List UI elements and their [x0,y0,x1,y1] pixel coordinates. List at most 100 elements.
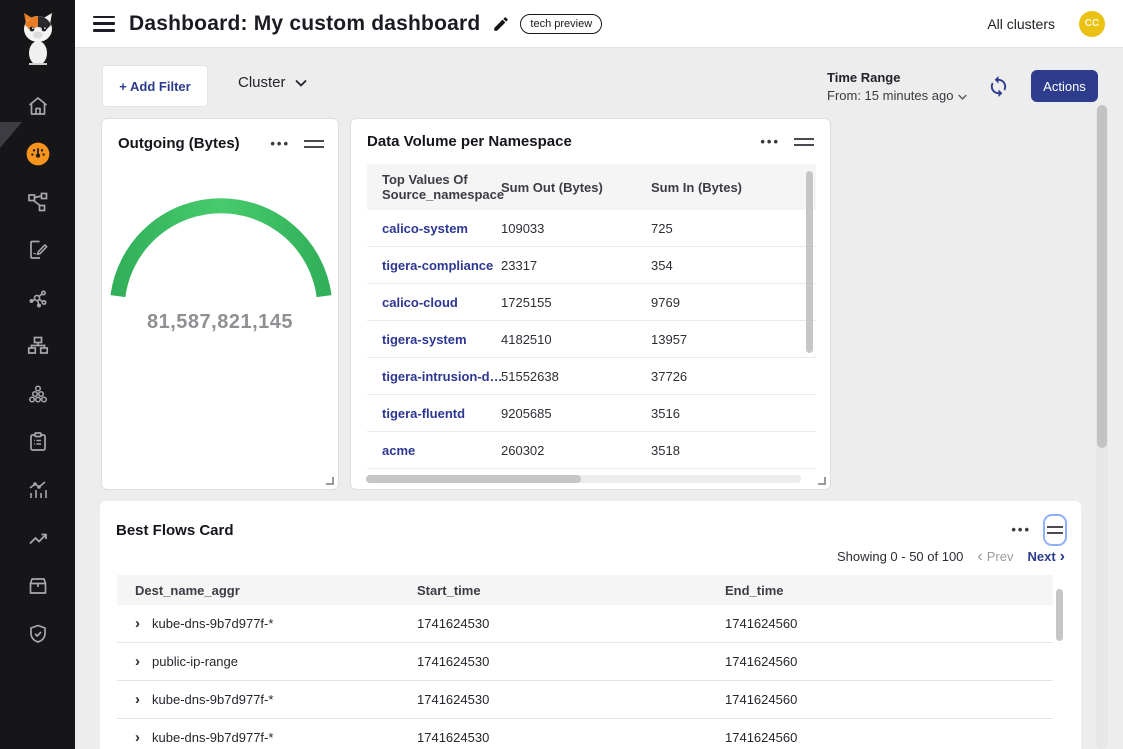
dest-name-cell: › public-ip-range [117,654,417,669]
trending-up-icon [26,526,50,555]
sum-in-value: 37726 [651,369,801,384]
gauge-value: 81,587,821,145 [102,311,338,334]
card-drag-handle-focused[interactable] [1043,514,1067,546]
start-time-value: 1741624530 [417,654,725,669]
sum-in-value: 13957 [651,332,801,347]
sidebar-items [0,84,75,660]
actions-button[interactable]: Actions [1031,70,1098,102]
page-scrollbar[interactable] [1097,105,1107,448]
time-range-selector[interactable]: From: 15 minutes ago [827,88,967,103]
cluster-filter-label: Cluster [238,74,286,91]
sidebar-item-image-assurance[interactable] [0,372,75,420]
showing-count: Showing 0 - 50 of 100 [837,549,963,564]
column-header: Start_time [417,583,725,598]
table-header-row: Top Values Of Source_namespace Sum Out (… [367,164,816,210]
molecule-icon [26,286,50,315]
card-drag-handle-icon[interactable] [304,140,324,148]
document-edit-icon [26,238,50,267]
sitemap-icon [26,334,50,363]
cluster-filter-dropdown[interactable]: Cluster [238,74,307,91]
dest-name-cell: › kube-dns-9b7d977f-* [117,692,417,707]
sum-out-value: 4182510 [501,332,651,347]
hamburger-menu-icon[interactable] [93,16,115,32]
table-row: acme2603023518 [367,432,816,469]
expand-row-chevron-icon[interactable]: › [135,657,140,667]
namespace-link[interactable]: calico-system [367,221,501,236]
sidebar-item-trends[interactable] [0,516,75,564]
data-volume-table: Top Values Of Source_namespace Sum Out (… [367,164,816,483]
sidebar-item-networking[interactable] [0,324,75,372]
namespace-link[interactable]: tigera-system [367,332,501,347]
next-page-button[interactable]: Next › [1027,549,1065,564]
table-row: ›kube-dns-9b7d977f-*17416245301741624560 [117,719,1053,749]
time-range-value: From: 15 minutes ago [827,88,953,103]
namespace-link[interactable]: tigera-intrusion-d… [367,369,501,384]
card-title: Data Volume per Namespace [367,133,572,150]
card-resize-handle[interactable] [326,477,334,485]
all-clusters-selector[interactable]: All clusters [987,16,1055,32]
table-vertical-scrollbar[interactable] [806,171,813,353]
column-header: Top Values Of Source_namespace [367,172,501,202]
expand-row-chevron-icon[interactable]: › [135,619,140,629]
namespace-link[interactable]: acme [367,443,501,458]
data-volume-card: Data Volume per Namespace ••• Top Values… [350,118,831,490]
sidebar-item-security[interactable] [0,612,75,660]
start-time-value: 1741624530 [417,692,725,707]
best-flows-card: Best Flows Card ••• Showing 0 - 50 of 10… [100,501,1081,749]
table-horizontal-scrollbar[interactable] [366,475,581,483]
sum-out-value: 9205685 [501,406,651,421]
sidebar-item-threat-feeds[interactable] [0,276,75,324]
namespace-link[interactable]: tigera-fluentd [367,406,501,421]
card-drag-handle-icon [1047,526,1063,534]
expand-row-chevron-icon[interactable]: › [135,695,140,705]
user-avatar[interactable]: CC [1079,11,1105,37]
chevron-right-icon: › [1060,551,1065,563]
sidebar-item-dashboards[interactable] [0,132,75,180]
card-options-menu-icon[interactable]: ••• [760,138,780,146]
bar-chart-line-icon [26,478,50,507]
expand-row-chevron-icon[interactable]: › [135,733,140,743]
table-row: ›kube-dns-9b7d977f-*17416245301741624560 [117,605,1053,643]
sidebar-item-home[interactable] [0,84,75,132]
page-title: Dashboard: My custom dashboard [129,12,480,36]
sidebar-item-workloads[interactable] [0,564,75,612]
namespace-link[interactable]: tigera-compliance [367,258,501,273]
table-vertical-scrollbar[interactable] [1056,589,1063,641]
card-drag-handle-icon[interactable] [794,138,814,146]
sum-in-value: 3516 [651,406,801,421]
dest-name: kube-dns-9b7d977f-* [152,692,273,707]
edit-dashboard-pencil-icon[interactable] [492,15,510,33]
sidebar-nav [0,0,75,749]
add-filter-button[interactable]: + Add Filter [102,65,208,107]
card-title: Outgoing (Bytes) [118,135,240,152]
card-options-menu-icon[interactable]: ••• [1011,526,1031,534]
sidebar-item-policies[interactable] [0,228,75,276]
shield-check-icon [26,622,50,651]
sidebar-item-activity-logs[interactable] [0,468,75,516]
table-horizontal-scrollbar-track [366,475,801,483]
chevron-left-icon: ‹ [977,551,982,563]
table-row: ›kube-dns-9b7d977f-*17416245301741624560 [117,681,1053,719]
card-resize-handle[interactable] [818,477,826,485]
calico-cat-logo[interactable] [0,0,75,78]
column-header: Sum In (Bytes) [651,180,801,195]
sum-out-value: 23317 [501,258,651,273]
time-range-control: Time Range From: 15 minutes ago [827,70,967,103]
prev-page-button[interactable]: ‹ Prev [977,549,1013,564]
dest-name: public-ip-range [152,654,238,669]
refresh-icon[interactable] [987,75,1010,103]
sum-out-value: 51552638 [501,369,651,384]
gauge-arc [118,206,324,296]
table-row: tigera-intrusion-d…5155263837726 [367,358,816,395]
column-header: Sum Out (Bytes) [501,180,651,195]
time-range-label: Time Range [827,70,967,85]
column-header: Dest_name_aggr [117,583,417,598]
card-options-menu-icon[interactable]: ••• [270,140,290,148]
sidebar-item-compliance-reports[interactable] [0,420,75,468]
table-row: ›public-ip-range17416245301741624560 [117,643,1053,681]
sidebar-item-service-graph[interactable] [0,180,75,228]
namespace-link[interactable]: calico-cloud [367,295,501,310]
prev-label: Prev [987,549,1014,564]
sum-in-value: 725 [651,221,801,236]
dest-name: kube-dns-9b7d977f-* [152,730,273,745]
